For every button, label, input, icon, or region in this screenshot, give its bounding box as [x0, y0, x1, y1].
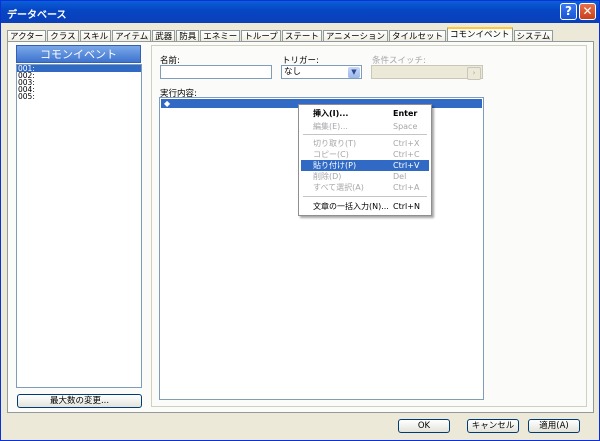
diamond-icon: ◆ [164, 99, 171, 108]
menu-item-label: 挿入(I)... [313, 109, 349, 118]
menu-item-shortcut: Ctrl+C [393, 150, 420, 159]
chevron-down-icon: ▼ [348, 67, 360, 78]
menu-item[interactable]: 文章の一括入力(N)... Ctrl+N [301, 201, 429, 212]
menu-separator [303, 196, 427, 197]
menu-item[interactable]: コピー(C) Ctrl+C [301, 149, 429, 160]
list-item[interactable]: 005: [17, 93, 141, 101]
ok-button[interactable]: OK [398, 419, 450, 433]
menu-item-shortcut: Ctrl+X [393, 139, 420, 148]
menu-item-label: 切り取り(T) [313, 139, 357, 148]
chevron-right-icon: › [467, 67, 481, 80]
switch-select[interactable]: › [371, 65, 483, 80]
list-item[interactable]: 001: [17, 65, 141, 72]
apply-button[interactable]: 適用(A) [528, 419, 580, 433]
title-bar: データベース ? ✕ [1, 1, 599, 23]
tab-strip: アクター クラス スキル アイテム 武器 防具 エネミー トループ ステート アニメーション タイル… [7, 27, 554, 44]
cancel-button[interactable]: キャンセル [467, 419, 519, 433]
common-event-list[interactable]: 001: 002: 003: 004: 005: [16, 64, 142, 388]
list-item[interactable]: 004: [17, 86, 141, 94]
menu-item-label: 貼り付け(P) [313, 161, 357, 170]
menu-item[interactable]: 挿入(I)... Enter [301, 108, 429, 119]
name-input[interactable] [160, 65, 272, 79]
menu-item-label: 編集(E)... [313, 122, 348, 131]
menu-item[interactable]: すべて選択(A) Ctrl+A [301, 182, 429, 193]
list-item[interactable]: 003: [17, 79, 141, 87]
menu-item-label: コピー(C) [313, 150, 349, 159]
trigger-select[interactable]: なし ▼ [281, 65, 362, 79]
menu-item-shortcut: Ctrl+N [393, 202, 420, 211]
database-window: データベース ? ✕ アクター クラス スキル アイテム 武器 防具 エネミー トループ ステー… [0, 0, 600, 441]
menu-item-shortcut: Enter [393, 109, 418, 118]
context-menu: 挿入(I)... Enter 編集(E)... Space 切り取り(T) Ctrl+X コ… [298, 104, 432, 216]
help-button[interactable]: ? [560, 3, 577, 20]
menu-item-shortcut: Ctrl+A [393, 183, 420, 192]
menu-item[interactable]: 切り取り(T) Ctrl+X [301, 138, 429, 149]
list-item[interactable]: 002: [17, 72, 141, 80]
menu-item-label: 文章の一括入力(N)... [313, 202, 389, 211]
menu-item-label: すべて選択(A) [313, 183, 364, 192]
menu-item[interactable]: 編集(E)... Space [301, 121, 429, 132]
menu-item-label: 削除(D) [313, 172, 342, 181]
change-max-button[interactable]: 最大数の変更... [17, 394, 142, 408]
menu-item-shortcut: Del [393, 172, 407, 181]
menu-separator [303, 134, 427, 135]
trigger-value: なし [284, 67, 302, 77]
menu-item-shortcut: Space [393, 122, 418, 131]
common-event-list-header: コモンイベント [16, 45, 141, 63]
menu-item[interactable]: 削除(D) Del [301, 171, 429, 182]
window-title: データベース [7, 10, 67, 21]
menu-item-shortcut: Ctrl+V [393, 161, 420, 170]
menu-item[interactable]: 貼り付け(P) Ctrl+V [301, 160, 429, 171]
close-button[interactable]: ✕ [579, 3, 596, 20]
